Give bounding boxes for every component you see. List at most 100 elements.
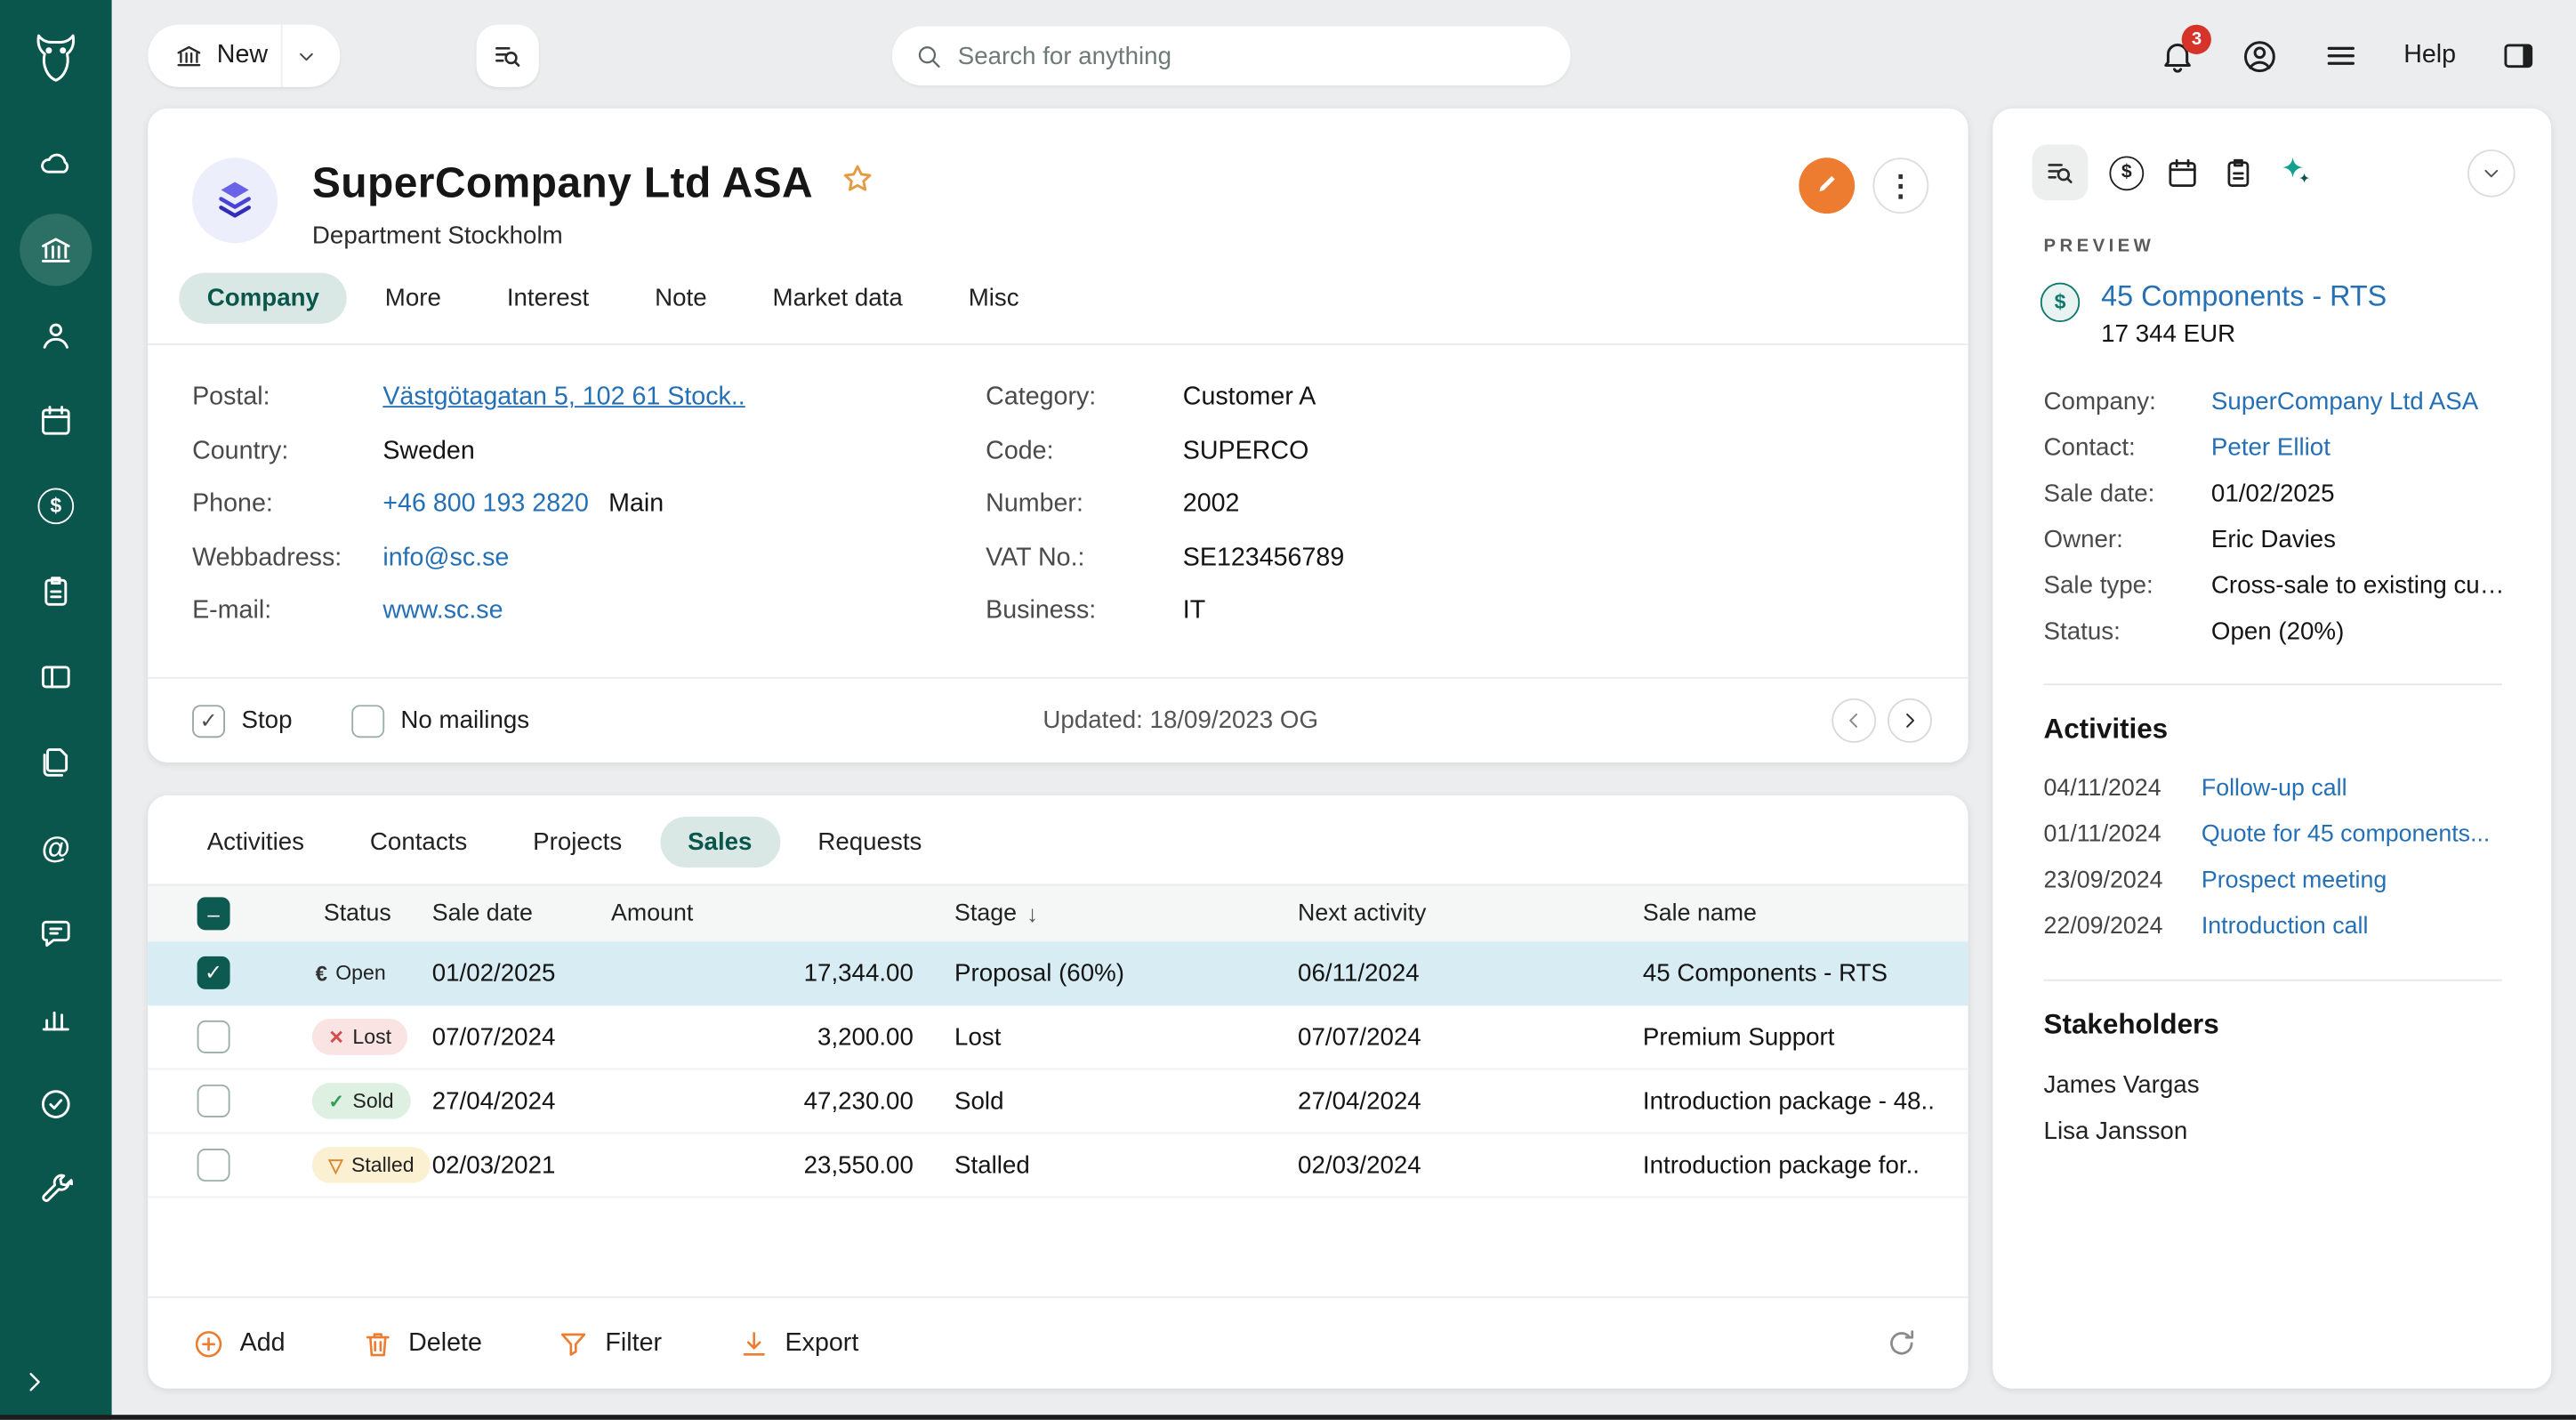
help-button[interactable]: Help — [2403, 41, 2456, 70]
company-fields: Postal: Västgötagatan 5, 102 61 Stock.. … — [148, 345, 1968, 639]
row-checkbox[interactable] — [197, 1021, 230, 1053]
activity-link[interactable]: Quote for 45 components... — [2202, 821, 2491, 848]
column-stage[interactable]: Stage ↓ — [920, 900, 1298, 927]
field-label: Code: — [986, 437, 1183, 466]
company-link[interactable]: SuperCompany Ltd ASA — [2211, 387, 2478, 415]
table-row[interactable]: ▽Stalled 02/03/2021 23,550.00 Stalled 02… — [148, 1134, 1968, 1198]
search-input[interactable] — [958, 42, 1548, 69]
sidebar-item-campaigns[interactable] — [20, 1068, 92, 1140]
edit-button[interactable] — [1799, 157, 1855, 214]
account-button[interactable] — [2241, 37, 2278, 75]
more-options-button[interactable]: ⋮ — [1872, 157, 1928, 214]
cell-stage: Lost — [920, 1023, 1298, 1051]
next-record-button[interactable] — [1888, 698, 1932, 743]
checkbox-checked[interactable]: ✓ — [192, 704, 225, 737]
column-sale-date[interactable]: Sale date — [432, 900, 611, 927]
sidebar-item-settings[interactable] — [20, 1154, 92, 1226]
activity-link[interactable]: Follow-up call — [2202, 776, 2347, 803]
preview-clipboard-tool[interactable] — [2221, 156, 2256, 190]
phone-link[interactable]: +46 800 193 2820 — [382, 490, 589, 520]
favorite-star-icon[interactable] — [840, 161, 876, 206]
sidebar-item-mailings[interactable]: @ — [20, 811, 92, 883]
divider — [2044, 980, 2502, 981]
table-row[interactable]: ✓ €Open 01/02/2025 17,344.00 Proposal (6… — [148, 941, 1968, 1005]
sale-title-link[interactable]: 45 Components - RTS — [2101, 279, 2387, 312]
sidebar-item-dashboard[interactable] — [20, 128, 92, 200]
global-search[interactable] — [892, 27, 1571, 85]
filter-button[interactable]: Filter — [558, 1327, 662, 1359]
previous-record-button[interactable] — [1831, 698, 1876, 743]
pencil-icon — [1813, 169, 1840, 202]
sidebar-item-diary[interactable] — [20, 384, 92, 456]
find-button[interactable] — [477, 25, 539, 87]
delete-button[interactable]: Delete — [361, 1327, 482, 1359]
add-button[interactable]: Add — [192, 1327, 286, 1359]
activity-link[interactable]: Prospect meeting — [2202, 867, 2387, 894]
sidebar-item-documents[interactable] — [20, 726, 92, 798]
euro-icon: € — [316, 961, 327, 986]
sidebar-expand-button[interactable] — [0, 1368, 49, 1397]
export-button[interactable]: Export — [737, 1327, 858, 1359]
sidebar-item-projects[interactable] — [20, 555, 92, 627]
notifications-button[interactable]: 3 — [2159, 37, 2196, 75]
sidebar-item-sales[interactable]: $ — [20, 470, 92, 542]
superoffice-owl-logo[interactable] — [25, 27, 87, 89]
chevron-right-icon — [20, 1368, 49, 1397]
tab-note[interactable]: Note — [627, 273, 735, 324]
dollar-circle-icon: $ — [2109, 156, 2144, 190]
tab-requests[interactable]: Requests — [790, 817, 950, 867]
column-amount[interactable]: Amount — [611, 900, 920, 927]
sidebar-item-companies[interactable] — [20, 214, 92, 286]
company-card: SuperCompany Ltd ASA Department Stockhol… — [148, 109, 1968, 762]
new-dropdown-button[interactable] — [281, 25, 340, 87]
tab-more[interactable]: More — [357, 273, 469, 324]
table-row[interactable]: ✕Lost 07/07/2024 3,200.00 Lost 07/07/202… — [148, 1005, 1968, 1069]
tab-market-data[interactable]: Market data — [745, 273, 930, 324]
checkbox-unchecked[interactable] — [351, 704, 384, 737]
webaddress-link[interactable]: info@sc.se — [382, 544, 509, 573]
select-all-checkbox[interactable]: – — [197, 897, 230, 930]
tab-company[interactable]: Company — [179, 273, 347, 324]
panel-toggle-button[interactable] — [2500, 37, 2537, 74]
tab-sales[interactable]: Sales — [660, 817, 780, 867]
dashboard-cloud-icon — [37, 146, 74, 182]
field-label: Status: — [2044, 617, 2211, 645]
sidebar-item-chat[interactable] — [20, 897, 92, 969]
sidebar-item-selections[interactable] — [20, 641, 92, 713]
activity-link[interactable]: Introduction call — [2202, 914, 2369, 940]
tab-contacts[interactable]: Contacts — [342, 817, 495, 867]
new-button[interactable]: New — [148, 25, 281, 87]
topbar-right: 3 Help — [2159, 0, 2537, 112]
collapse-panel-button[interactable] — [2467, 149, 2516, 197]
check-icon: ✓ — [328, 1089, 344, 1112]
sidebar-item-contacts[interactable] — [20, 299, 92, 371]
refresh-button[interactable] — [1884, 1326, 1919, 1360]
postal-address-link[interactable]: Västgötagatan 5, 102 61 Stock.. — [382, 383, 745, 413]
stop-checkbox[interactable]: ✓ Stop — [192, 704, 292, 737]
preview-ai-tool[interactable] — [2277, 152, 2314, 193]
cell-amount: 47,230.00 — [611, 1087, 920, 1115]
sidebar-item-reports[interactable] — [20, 982, 92, 1054]
row-checkbox[interactable] — [197, 1149, 230, 1182]
menu-button[interactable] — [2323, 37, 2360, 74]
column-next-activity[interactable]: Next activity — [1298, 900, 1643, 927]
email-link[interactable]: www.sc.se — [382, 597, 503, 626]
funnel-icon — [558, 1327, 591, 1359]
preview-sales-tool[interactable]: $ — [2109, 156, 2144, 190]
contact-link[interactable]: Peter Elliot — [2211, 433, 2330, 461]
column-status[interactable]: Status — [304, 900, 432, 927]
row-checkbox[interactable] — [197, 1085, 230, 1117]
preview-calendar-tool[interactable] — [2165, 156, 2200, 190]
plus-circle-icon — [192, 1327, 225, 1359]
table-header: – Status Sale date Amount Stage ↓ Next a… — [148, 885, 1968, 941]
column-sale-name[interactable]: Sale name — [1643, 900, 1968, 927]
preview-list-tool[interactable] — [2033, 145, 2089, 201]
tab-interest[interactable]: Interest — [479, 273, 616, 324]
table-row[interactable]: ✓Sold 27/04/2024 47,230.00 Sold 27/04/20… — [148, 1069, 1968, 1134]
no-mailings-checkbox[interactable]: No mailings — [351, 704, 529, 737]
preview-panel: $ PREVIEW — [1992, 109, 2551, 1389]
tab-projects[interactable]: Projects — [505, 817, 650, 867]
tab-misc[interactable]: Misc — [940, 273, 1047, 324]
tab-activities[interactable]: Activities — [179, 817, 332, 867]
row-checkbox[interactable]: ✓ — [197, 956, 230, 989]
